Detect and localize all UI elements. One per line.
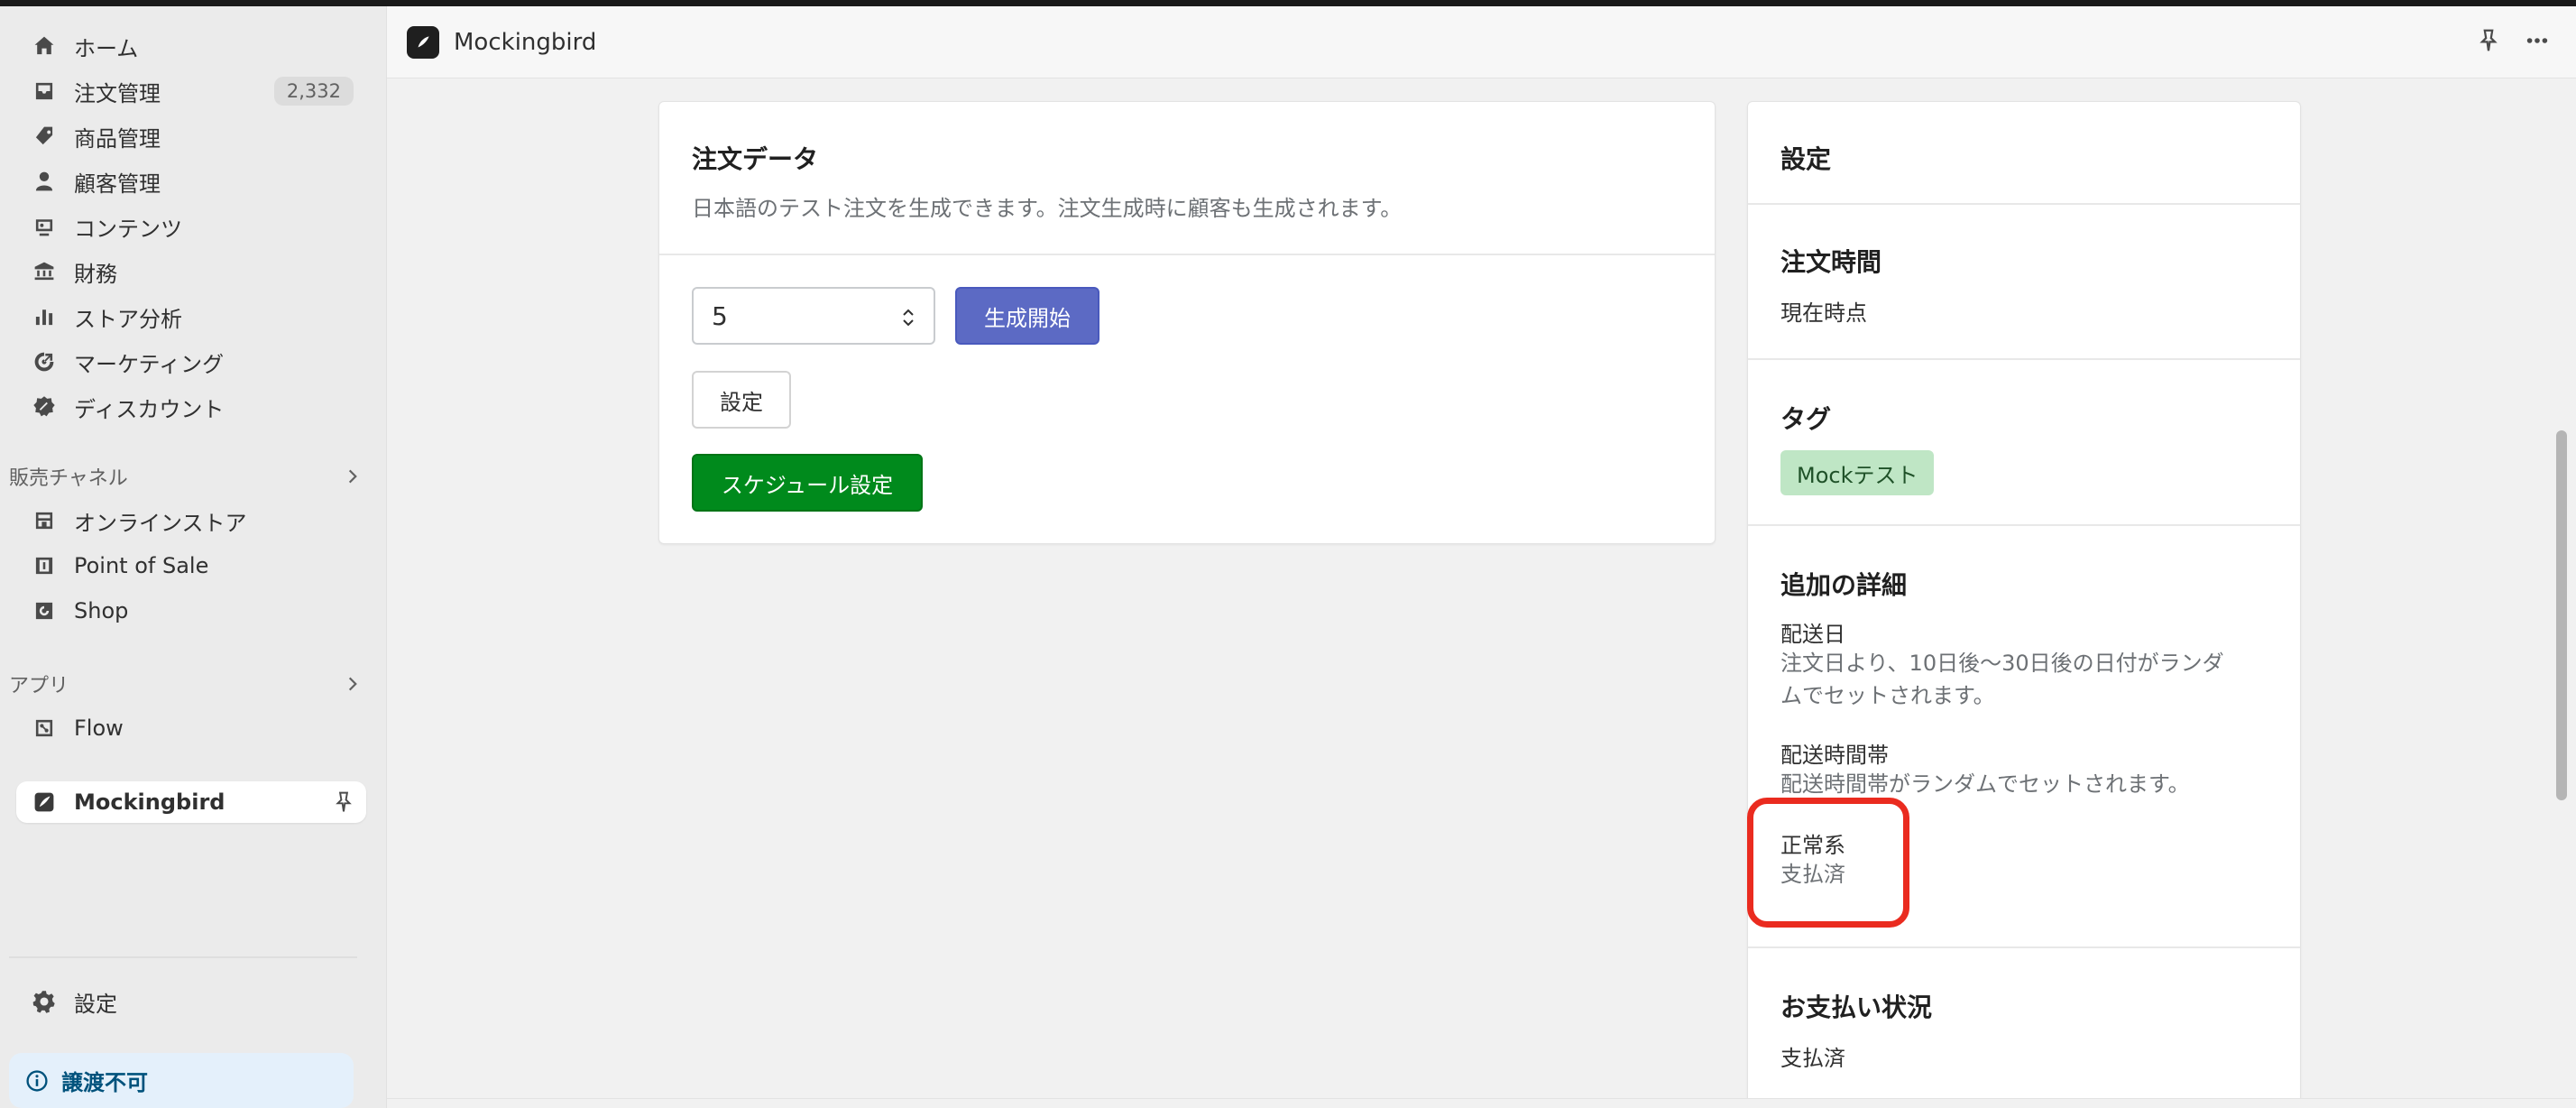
additional-details-label: 追加の詳細 — [1780, 570, 1908, 600]
sidebar-divider — [9, 956, 357, 958]
card-divider — [1748, 203, 2300, 205]
app-title: Mockingbird — [454, 28, 597, 56]
tag-mock-test: Mockテスト — [1780, 450, 1935, 495]
mockingbird-logo-icon — [407, 25, 439, 59]
card-divider — [1748, 524, 2300, 526]
order-data-title: 注文データ — [692, 144, 819, 174]
shop-icon — [31, 597, 58, 624]
window-top-bar — [0, 0, 2576, 6]
settings-button[interactable]: 設定 — [692, 371, 791, 429]
highlight-annotation — [1747, 798, 1909, 928]
sidebar-item-label: ストア分析 — [74, 306, 182, 332]
sidebar-item-customers[interactable]: 顧客管理 — [16, 161, 366, 202]
inbox-icon — [31, 78, 58, 105]
sidebar-item-label: 商品管理 — [74, 125, 161, 152]
apps-heading[interactable]: アプリ — [9, 668, 366, 700]
chevron-right-icon — [348, 469, 357, 484]
order-data-card: 注文データ 日本語のテスト注文を生成できます。注文生成時に顧客も生成されます。 … — [658, 101, 1716, 544]
non-transferable-label: 譲渡不可 — [61, 1070, 148, 1095]
pos-icon — [31, 552, 58, 579]
sidebar: ホーム 注文管理 2,332 商品管理 顧客管理 コンテンツ 財務 ストア分析 … — [0, 6, 386, 1108]
sidebar-item-marketing[interactable]: マーケティング — [16, 341, 366, 383]
person-icon — [31, 168, 58, 195]
sidebar-item-analytics[interactable]: ストア分析 — [16, 296, 366, 337]
sidebar-item-products[interactable]: 商品管理 — [16, 115, 366, 157]
orders-count-badge: 2,332 — [273, 77, 354, 106]
main-content: Mockingbird 注文データ 日本語のテスト注文を生成できます。注文生成時… — [386, 6, 2576, 1108]
settings-card: 設定 注文時間 現在時点 タグ Mockテスト 追加の詳細 配送日 注文日より、… — [1747, 101, 2301, 1108]
sidebar-item-orders[interactable]: 注文管理 2,332 — [16, 70, 366, 112]
content-icon — [31, 213, 58, 240]
card-divider — [1748, 946, 2300, 948]
chevron-right-icon — [348, 677, 357, 691]
discount-icon — [31, 393, 58, 420]
apps-heading-label: アプリ — [9, 675, 69, 697]
bar-chart-icon — [31, 303, 58, 330]
sidebar-item-label: ホーム — [74, 35, 139, 61]
store-icon — [31, 507, 58, 534]
card-divider — [659, 254, 1715, 255]
flow-icon — [31, 715, 58, 742]
delivery-date-label: 配送日 — [1780, 622, 1845, 647]
sidebar-item-label: 設定 — [74, 991, 117, 1017]
stepper-arrows-icon[interactable] — [901, 305, 915, 330]
sidebar-item-label: Flow — [74, 716, 124, 741]
sales-channels-heading[interactable]: 販売チャネル — [9, 460, 366, 493]
sidebar-item-mockingbird[interactable]: Mockingbird — [16, 781, 366, 823]
sidebar-item-pos[interactable]: Point of Sale — [16, 545, 366, 586]
info-icon — [26, 1069, 48, 1092]
delivery-time-description: 配送時間帯がランダムでセットされます。 — [1780, 771, 2190, 797]
schedule-settings-button[interactable]: スケジュール設定 — [692, 454, 923, 512]
delivery-time-label: 配送時間帯 — [1780, 743, 1889, 768]
mockingbird-icon — [31, 789, 58, 816]
sidebar-item-flow[interactable]: Flow — [16, 707, 366, 749]
pin-icon[interactable] — [332, 790, 355, 814]
sidebar-item-finance[interactable]: 財務 — [16, 251, 366, 292]
pin-icon[interactable] — [2476, 28, 2501, 53]
sidebar-item-label: Shop — [74, 598, 129, 623]
settings-title: 設定 — [1780, 144, 1832, 174]
sidebar-item-content[interactable]: コンテンツ — [16, 206, 366, 247]
sidebar-item-label: コンテンツ — [74, 216, 182, 242]
sidebar-item-label: 財務 — [74, 261, 117, 287]
card-divider — [1748, 358, 2300, 360]
sidebar-item-online-store[interactable]: オンラインストア — [16, 500, 366, 541]
sidebar-item-label: 顧客管理 — [74, 171, 161, 197]
app-header: Mockingbird — [387, 6, 2576, 78]
sidebar-item-label: 注文管理 — [74, 80, 161, 106]
sidebar-item-label: オンラインストア — [74, 510, 247, 536]
delivery-date-description: 注文日より、10日後〜30日後の日付がランダムでセットされます。 — [1780, 651, 2224, 708]
tags-label: タグ — [1780, 404, 1832, 434]
sidebar-item-discounts[interactable]: ディスカウント — [16, 386, 366, 428]
sidebar-item-home[interactable]: ホーム — [16, 25, 366, 67]
sidebar-item-label: Mockingbird — [74, 789, 225, 815]
scrollbar[interactable] — [2556, 430, 2567, 800]
sidebar-item-settings[interactable]: 設定 — [16, 981, 366, 1022]
gear-icon — [31, 988, 58, 1015]
more-options-icon[interactable] — [2525, 28, 2550, 53]
sales-channels-heading-label: 販売チャネル — [9, 467, 128, 490]
tag-icon — [31, 123, 58, 150]
payment-status-label: お支払い状況 — [1780, 993, 1933, 1022]
bottom-edge — [387, 1098, 2576, 1108]
quantity-value: 5 — [712, 300, 728, 331]
non-transferable-banner[interactable]: 譲渡不可 — [9, 1053, 354, 1108]
order-time-value: 現在時点 — [1780, 300, 1867, 326]
order-time-label: 注文時間 — [1780, 247, 1882, 277]
payment-status-value: 支払済 — [1780, 1046, 1845, 1071]
sidebar-item-label: ディスカウント — [74, 396, 225, 422]
sidebar-item-label: マーケティング — [74, 351, 225, 377]
generate-start-button[interactable]: 生成開始 — [955, 287, 1099, 345]
home-icon — [31, 32, 58, 60]
sidebar-item-shop[interactable]: Shop — [16, 590, 366, 632]
target-icon — [31, 348, 58, 375]
bank-icon — [31, 258, 58, 285]
quantity-stepper[interactable]: 5 — [692, 287, 935, 345]
sidebar-item-label: Point of Sale — [74, 553, 209, 578]
order-data-description: 日本語のテスト注文を生成できます。注文生成時に顧客も生成されます。 — [692, 196, 1403, 221]
